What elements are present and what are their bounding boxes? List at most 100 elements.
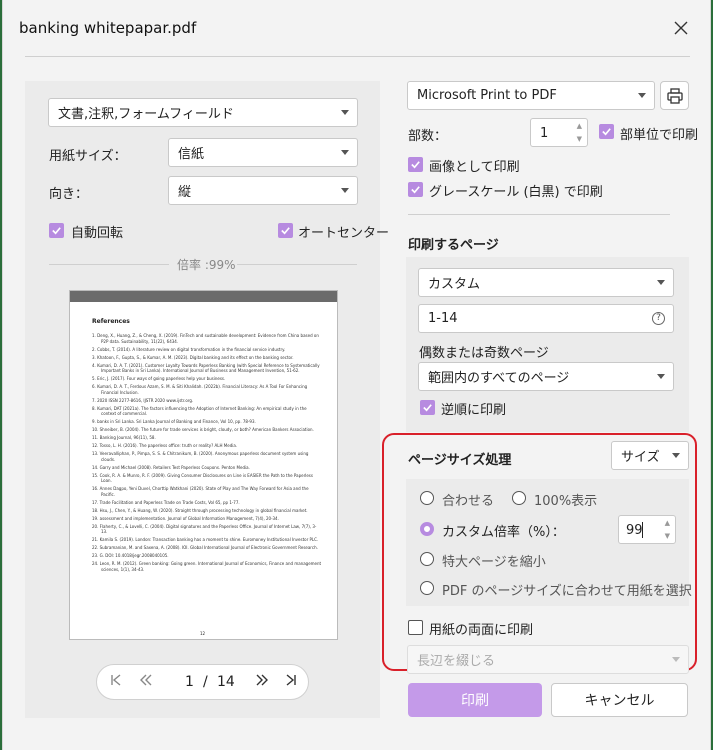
preview-reference-item: 19. assessment and implementation. Journ… [92, 515, 279, 521]
check-icon [281, 227, 290, 235]
first-page-icon [111, 674, 121, 686]
actual-size-radio[interactable] [512, 491, 526, 505]
shrink-radio[interactable] [420, 552, 434, 566]
help-icon[interactable]: ? [652, 312, 665, 325]
print-dialog: banking whitepapar.pdf 文書,注釈,フォームフィールド 用… [2, 0, 711, 750]
chevron-down-icon [672, 657, 680, 662]
preview-reference-item: 14. Garry and Michael (2008). Retailers … [92, 464, 250, 470]
preview-reference-item: 2. Cobbs, T. (2014). A literature review… [92, 346, 286, 352]
collate-checkbox[interactable] [599, 124, 614, 139]
preview-reference-item: 9. banks in Sri Lanka. Sri Lanka Journal… [92, 419, 256, 424]
total-pages: 14 [217, 674, 235, 690]
stepper-up-icon[interactable]: ▲ [577, 122, 582, 130]
options-divider [408, 214, 670, 215]
custom-scale-radio[interactable] [420, 522, 434, 536]
preview-reference-item: 20. Flaherty, C., & Lovelli, C. (2004). … [92, 523, 317, 535]
paper-size-value: 信紙 [178, 147, 205, 162]
content-select[interactable]: 文書,注釈,フォームフィールド [48, 98, 358, 127]
stepper-down-icon[interactable]: ▼ [665, 532, 670, 540]
preview-heading: References [92, 318, 130, 325]
copies-value: 1 [540, 126, 549, 141]
prev-page-button[interactable] [139, 673, 153, 691]
preview-reference-item: 7. 2020 ISSN 2277-8616, IJSTR 2020 www.i… [92, 397, 194, 403]
odd-even-label: 偶数または奇数ページ [419, 346, 549, 361]
chevron-down-icon [638, 93, 646, 98]
double-chevron-right-icon [256, 674, 268, 686]
binding-value: 長辺を綴じる [417, 654, 496, 669]
preview-reference-item: 10. Shneiber, B. (2004). The future for … [92, 427, 314, 432]
dialog-title: banking whitepapar.pdf [19, 19, 197, 37]
page-range-mode-select[interactable]: カスタム [418, 268, 674, 297]
close-button[interactable] [665, 14, 697, 42]
fit-label: 合わせる [442, 494, 495, 509]
printer-icon [666, 87, 683, 104]
printer-properties-button[interactable] [660, 81, 689, 110]
preview-reference-item: 4. Kumari, D. A. T. (2021). Customer Loy… [92, 362, 320, 374]
printer-select[interactable]: Microsoft Print to PDF [407, 81, 655, 110]
preview-reference-item: 22. Subramanian, M. and Saxena, A. (2008… [92, 545, 318, 550]
page-navigator: 1 / 14 [96, 664, 309, 700]
reverse-order-checkbox[interactable] [420, 400, 435, 415]
sizing-heading: ページサイズ処理 [408, 453, 512, 468]
close-icon [674, 21, 688, 35]
preview-reference-item: 24. Leon, R. M. (2012). Green banking: G… [92, 561, 322, 572]
chevron-down-icon [341, 150, 349, 155]
custom-scale-input[interactable]: 99 ▲ ▼ [618, 515, 676, 544]
auto-center-label: オートセンター [298, 226, 390, 241]
orientation-label: 向き： [49, 187, 89, 202]
last-page-icon [286, 674, 296, 686]
chevron-down-icon [657, 374, 665, 379]
preview-reference-item: 3. Khatoon, F., Gupta, S., & Kumar, A. M… [92, 354, 294, 360]
preview-reference-item: 5. Eric, J. (2017). Four ways of going p… [92, 376, 226, 381]
next-page-button[interactable] [255, 673, 269, 691]
paper-size-label: 用紙サイズ： [49, 149, 127, 164]
stepper-up-icon[interactable]: ▲ [665, 519, 670, 527]
copies-stepper[interactable]: 1 ▲ ▼ [530, 118, 588, 147]
range-mode-value: カスタム [428, 277, 481, 292]
page-range-input[interactable]: 1-14 ? [418, 304, 674, 333]
check-icon [411, 186, 420, 194]
preview-reference-item: 16. Annes Dagpo, Yeni Duvel, Chorttip Wa… [92, 486, 309, 497]
auto-rotate-checkbox[interactable] [49, 223, 64, 238]
preview-reference-item: 18. Hsu, J., Chen, Y., & Huang, W. (2020… [92, 507, 308, 513]
print-as-image-checkbox[interactable] [408, 157, 423, 172]
chevron-down-icon [341, 188, 349, 193]
sizing-mode-select[interactable]: サイズ [611, 441, 689, 470]
check-icon [52, 227, 61, 235]
grayscale-checkbox[interactable] [408, 182, 423, 197]
first-page-button[interactable] [110, 673, 122, 691]
preview-page-number: 12 [200, 631, 206, 636]
auto-rotate-label: 自動回転 [71, 226, 124, 241]
custom-scale-label: カスタム倍率（%）： [442, 525, 565, 540]
chevron-down-icon [672, 453, 680, 458]
check-icon [602, 128, 611, 136]
copies-label: 部数： [408, 129, 448, 144]
pages-heading: 印刷するページ [408, 238, 499, 253]
print-button[interactable]: 印刷 [408, 683, 542, 717]
double-chevron-left-icon [140, 674, 152, 686]
preview-reference-list: 1. Deng, X., Huang, Z., & Cheng, X. (201… [92, 333, 322, 613]
choose-paper-label: PDF のページサイズに合わせて用紙を選択 [442, 584, 692, 599]
printer-value: Microsoft Print to PDF [417, 88, 557, 103]
last-page-button[interactable] [285, 673, 297, 691]
odd-even-value: 範囲内のすべてのページ [428, 371, 570, 386]
preview-reference-item: 8. Kumari, DAT (2021a). The factors infl… [92, 405, 307, 417]
content-select-value: 文書,注釈,フォームフィールド [58, 107, 234, 122]
scale-divider-right [237, 264, 357, 265]
fit-radio[interactable] [420, 491, 434, 505]
binding-select[interactable]: 長辺を綴じる [407, 645, 689, 674]
odd-even-select[interactable]: 範囲内のすべてのページ [418, 362, 674, 391]
duplex-checkbox[interactable] [408, 620, 423, 635]
choose-paper-radio[interactable] [420, 581, 434, 595]
auto-center-checkbox[interactable] [278, 223, 293, 238]
custom-scale-value: 99 [626, 523, 643, 538]
paper-size-select[interactable]: 信紙 [168, 138, 358, 167]
print-as-image-label: 画像として印刷 [429, 160, 520, 175]
cancel-button[interactable]: キャンセル [551, 683, 688, 717]
current-page[interactable]: 1 [185, 674, 194, 690]
orientation-select[interactable]: 縦 [168, 176, 358, 205]
chevron-down-icon [657, 280, 665, 285]
sizing-mode-value: サイズ [621, 450, 660, 465]
stepper-down-icon[interactable]: ▼ [577, 135, 582, 143]
orientation-value: 縦 [178, 185, 192, 200]
